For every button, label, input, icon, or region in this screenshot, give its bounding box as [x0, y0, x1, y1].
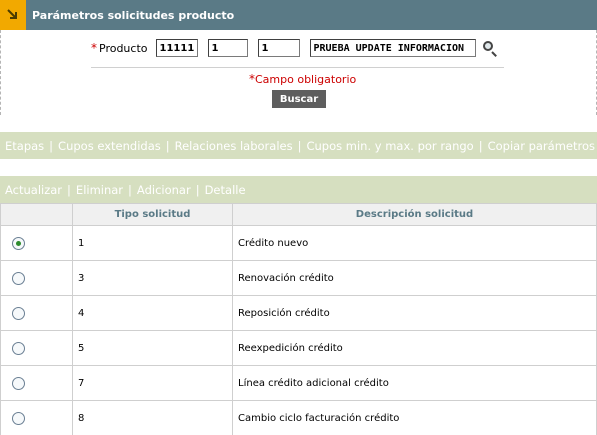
- table-row[interactable]: 4 Reposición crédito: [0, 295, 597, 331]
- table-row[interactable]: 7 Línea crédito adicional crédito: [0, 365, 597, 401]
- action-adicionar[interactable]: Adicionar: [137, 183, 191, 197]
- nav-link-cupos-extendidas[interactable]: Cupos extendidas: [58, 139, 161, 153]
- page-title: Parámetros solicitudes producto: [32, 8, 235, 22]
- magnifier-icon[interactable]: [482, 40, 498, 57]
- action-actualizar[interactable]: Actualizar: [5, 183, 62, 197]
- separator: |: [49, 138, 54, 153]
- row-select-cell: [0, 400, 73, 435]
- descripcion-cell: Línea crédito adicional crédito: [232, 365, 597, 401]
- product-field-3[interactable]: [257, 39, 300, 57]
- separator: |: [165, 138, 170, 153]
- separator: |: [195, 182, 200, 197]
- descripcion-cell: Renovación crédito: [232, 260, 597, 296]
- product-description-field[interactable]: [309, 39, 476, 57]
- row-radio[interactable]: [12, 306, 25, 320]
- product-code-field[interactable]: [155, 39, 198, 57]
- product-field-2[interactable]: [207, 39, 248, 57]
- product-label: Producto: [99, 41, 148, 55]
- row-select-cell: [0, 225, 73, 261]
- product-filter-row: * Producto: [91, 38, 498, 58]
- nav-link-relaciones-laborales[interactable]: Relaciones laborales: [175, 139, 293, 153]
- column-header-tipo: Tipo solicitud: [72, 203, 233, 226]
- column-header-descripcion: Descripción solicitud: [232, 203, 597, 226]
- row-select-cell: [0, 295, 73, 331]
- separator: |: [67, 182, 71, 197]
- tipo-cell: 8: [72, 400, 233, 435]
- tipo-cell: 7: [72, 365, 233, 401]
- row-radio[interactable]: [12, 411, 25, 425]
- action-detalle[interactable]: Detalle: [205, 183, 246, 197]
- row-select-cell: [0, 260, 73, 296]
- corner-arrow-icon: [0, 0, 26, 30]
- row-radio[interactable]: [12, 236, 25, 250]
- descripcion-cell: Reexpedición crédito: [232, 330, 597, 366]
- separator: |: [128, 182, 132, 197]
- table-row[interactable]: 8 Cambio ciclo facturación crédito: [0, 400, 597, 435]
- page-header: Parámetros solicitudes producto: [0, 0, 597, 30]
- tipo-cell: 4: [72, 295, 233, 331]
- separator: |: [297, 138, 302, 153]
- required-marker: *: [91, 41, 97, 55]
- actions-bar: Actualizar | Eliminar | Adicionar | Deta…: [0, 176, 597, 203]
- separator: |: [478, 138, 483, 153]
- nav-bar: Etapas | Cupos extendidas | Relaciones l…: [0, 132, 597, 159]
- row-radio[interactable]: [12, 271, 25, 285]
- row-radio[interactable]: [12, 341, 25, 355]
- tipo-cell: 5: [72, 330, 233, 366]
- tipo-cell: 3: [72, 260, 233, 296]
- divider: [91, 67, 504, 68]
- descripcion-cell: Crédito nuevo: [232, 225, 597, 261]
- table-row[interactable]: 5 Reexpedición crédito: [0, 330, 597, 366]
- required-note-text: Campo obligatorio: [255, 73, 357, 86]
- search-button[interactable]: Buscar: [272, 90, 326, 108]
- descripcion-cell: Cambio ciclo facturación crédito: [232, 400, 597, 435]
- action-eliminar[interactable]: Eliminar: [76, 183, 123, 197]
- tipo-cell: 1: [72, 225, 233, 261]
- row-select-cell: [0, 330, 73, 366]
- row-select-cell: [0, 365, 73, 401]
- required-note: *Campo obligatorio: [249, 72, 356, 86]
- table-header-row: Tipo solicitud Descripción solicitud: [0, 203, 597, 226]
- nav-link-copiar-parametros[interactable]: Copiar parámetros: [488, 139, 595, 153]
- descripcion-cell: Reposición crédito: [232, 295, 597, 331]
- nav-link-cupos-rango[interactable]: Cupos min. y max. por rango: [306, 139, 473, 153]
- request-types-table: Tipo solicitud Descripción solicitud 1 C…: [0, 203, 597, 435]
- nav-link-etapas[interactable]: Etapas: [5, 139, 44, 153]
- select-column-header: [0, 203, 73, 226]
- row-radio[interactable]: [12, 376, 25, 390]
- table-row[interactable]: 1 Crédito nuevo: [0, 225, 597, 261]
- table-row[interactable]: 3 Renovación crédito: [0, 260, 597, 296]
